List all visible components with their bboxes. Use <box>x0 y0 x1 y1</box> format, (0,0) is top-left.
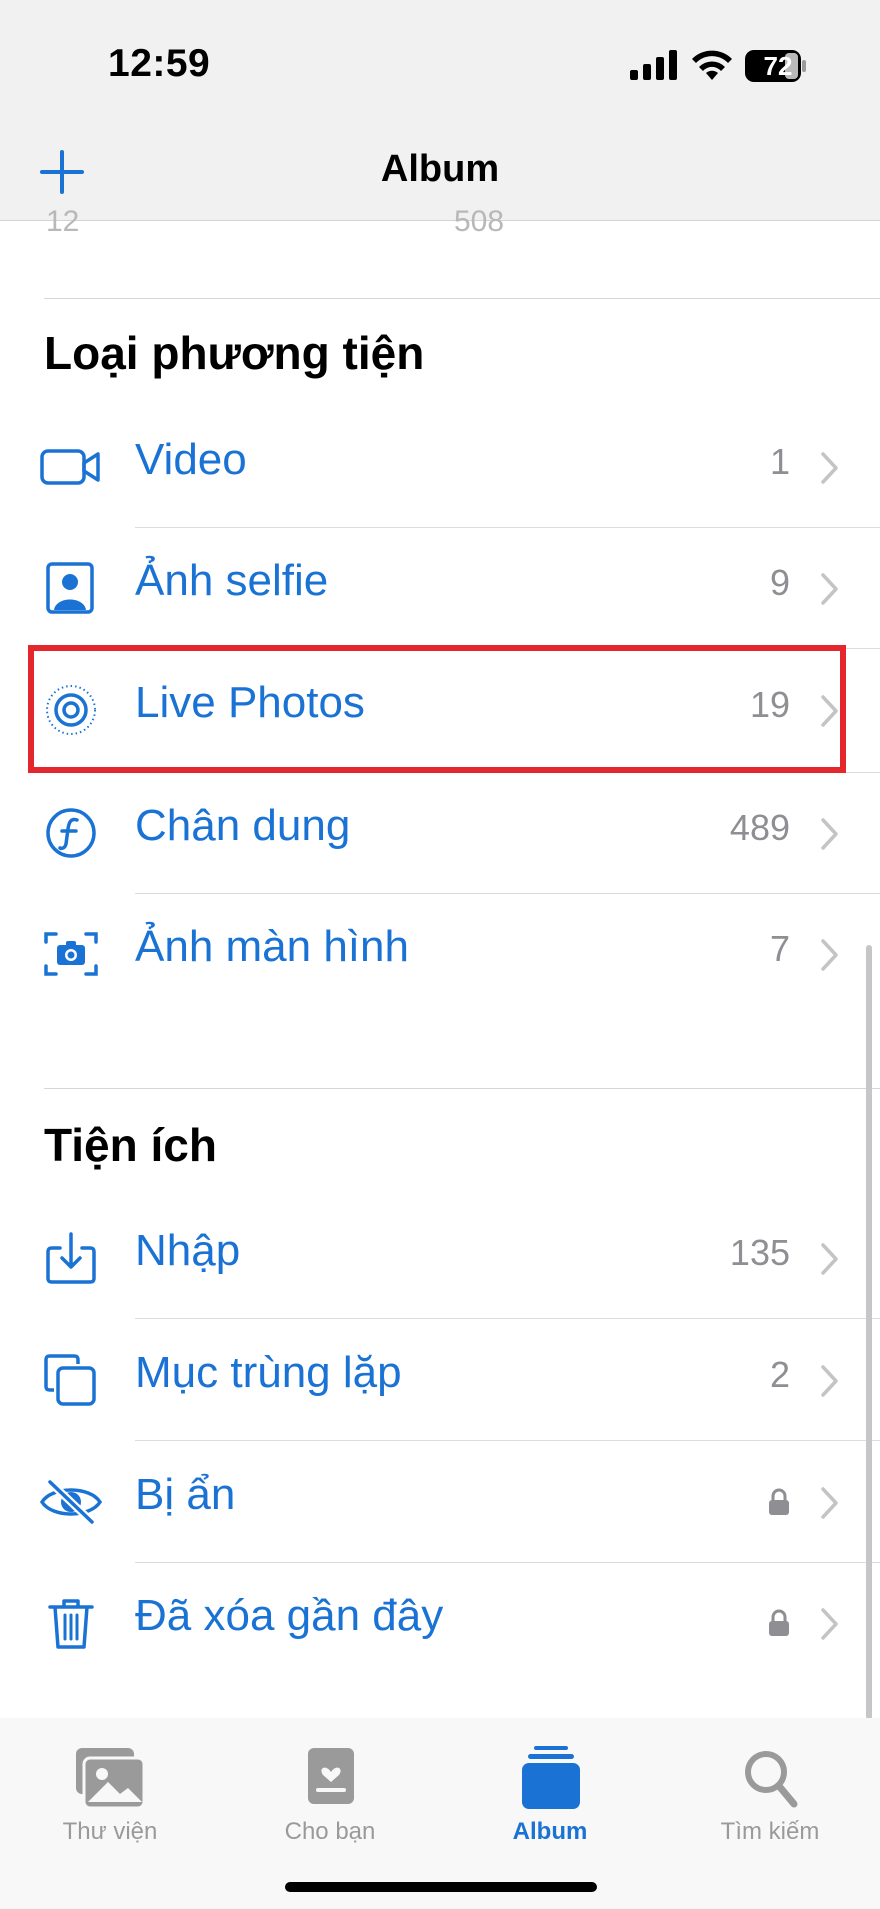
tab-label: Tìm kiếm <box>720 1818 820 1845</box>
list-item-count: 9 <box>769 562 790 603</box>
list-item-label: Nhập <box>135 1226 241 1275</box>
list-item-count: 489 <box>729 807 790 848</box>
list-item-count: 1 <box>769 441 790 482</box>
list-item-count: 135 <box>729 1232 790 1273</box>
chevron-right-icon <box>821 573 838 605</box>
row-divider <box>135 1318 880 1319</box>
list-item-portrait[interactable]: Chân dung 489 <box>0 773 880 893</box>
list-item-video[interactable]: Video 1 <box>0 407 880 527</box>
tab-search[interactable]: Tìm kiếm <box>660 1728 880 1848</box>
list-item-label: Bị ẩn <box>135 1470 236 1519</box>
tab-for-you[interactable]: Cho bạn <box>220 1728 440 1848</box>
status-time: 12:59 <box>108 42 211 85</box>
chevron-right-icon <box>821 452 838 484</box>
cutoff-count-right: 508 <box>454 205 505 238</box>
home-indicator <box>285 1882 597 1892</box>
list-item-hidden[interactable]: Bị ẩn <box>0 1442 880 1562</box>
list-item-import[interactable]: Nhập 135 <box>0 1198 880 1318</box>
portrait-f-icon <box>46 808 96 858</box>
tab-library[interactable]: Thư viện <box>0 1728 220 1848</box>
tab-label: Cho bạn <box>284 1818 376 1845</box>
chevron-right-icon <box>821 818 838 850</box>
section-divider <box>44 1088 880 1089</box>
tab-label: Album <box>512 1818 588 1845</box>
video-icon <box>40 449 100 485</box>
list-item-label: Đã xóa gần đây <box>135 1591 444 1640</box>
list-item-screenshots[interactable]: Ảnh màn hình 7 <box>0 894 880 1014</box>
list-item-count: 2 <box>769 1354 790 1395</box>
section-title-utilities: Tiện ích <box>44 1119 217 1171</box>
tab-bar: Thư viện Cho bạn Album Tìm kiếm <box>0 1718 880 1909</box>
chevron-right-icon <box>821 1243 838 1275</box>
scrollbar[interactable] <box>866 945 872 1720</box>
duplicates-icon <box>44 1354 96 1406</box>
cellular-signal-icon <box>630 50 677 80</box>
list-item-label: Ảnh selfie <box>135 556 329 605</box>
photos-library-icon <box>76 1748 146 1810</box>
section-divider <box>44 298 880 299</box>
wifi-icon <box>692 50 732 80</box>
list-item-label: Ảnh màn hình <box>135 922 409 971</box>
list-item-recently-deleted[interactable]: Đã xóa gần đây <box>0 1563 880 1683</box>
list-item-label: Mục trùng lặp <box>135 1348 402 1397</box>
highlight-annotation <box>28 645 846 773</box>
trash-icon <box>48 1599 94 1649</box>
nav-bar: Album <box>0 130 880 221</box>
chevron-right-icon <box>821 939 838 971</box>
search-icon <box>745 1751 798 1808</box>
hidden-eye-icon <box>40 1478 102 1526</box>
screenshot-icon <box>44 932 98 976</box>
status-bar: 12:59 72 <box>0 0 880 130</box>
section-title-media-types: Loại phương tiện <box>44 327 425 379</box>
import-icon <box>46 1232 96 1284</box>
albums-icon <box>522 1746 580 1809</box>
list-item-duplicates[interactable]: Mục trùng lặp 2 <box>0 1320 880 1440</box>
cutoff-count-left: 12 <box>46 205 80 238</box>
lock-icon <box>769 1609 789 1636</box>
chevron-right-icon <box>821 1608 838 1640</box>
list-item-label: Video <box>135 435 247 484</box>
lock-icon <box>769 1488 789 1515</box>
portrait-selfie-icon <box>46 562 94 614</box>
for-you-icon <box>308 1748 354 1804</box>
list-item-label: Chân dung <box>135 801 351 850</box>
page-title: Album <box>380 148 500 190</box>
chevron-right-icon <box>821 1487 838 1519</box>
battery-level: 72 <box>763 51 793 81</box>
chevron-right-icon <box>821 1365 838 1397</box>
list-item-count: 7 <box>769 928 790 969</box>
tab-label: Thư viện <box>62 1818 158 1845</box>
list-item-selfie[interactable]: Ảnh selfie 9 <box>0 528 880 648</box>
tab-albums[interactable]: Album <box>440 1728 660 1848</box>
row-divider <box>135 1440 880 1441</box>
